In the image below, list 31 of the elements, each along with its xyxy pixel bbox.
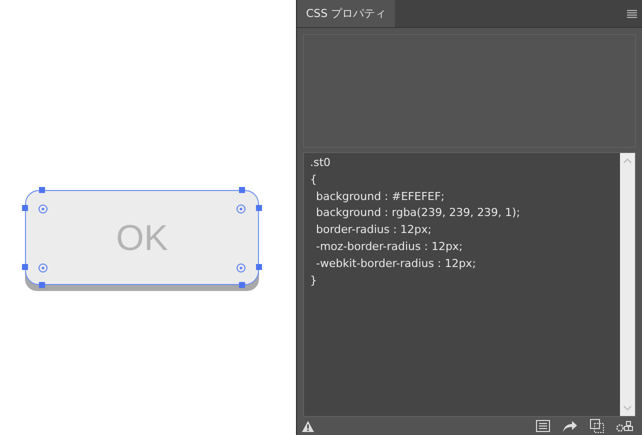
corner-widget-icon[interactable]: [236, 263, 246, 273]
selection-handle[interactable]: [22, 205, 28, 211]
corner-widget-icon[interactable]: [38, 263, 48, 273]
gear-blocks-icon[interactable]: [616, 420, 634, 432]
list-icon[interactable]: [536, 420, 550, 432]
share-arrow-icon[interactable]: [562, 420, 578, 432]
selection-handle[interactable]: [39, 282, 45, 288]
scroll-up-icon[interactable]: [623, 158, 632, 164]
code-line: -moz-border-radius : 12px;: [315, 238, 464, 255]
code-line: }: [310, 272, 318, 289]
corner-widget-icon[interactable]: [38, 204, 48, 214]
selection-handle[interactable]: [239, 187, 245, 193]
code-line: {: [310, 172, 318, 188]
warning-icon[interactable]: [302, 420, 314, 432]
code-line: background : rgba(239, 239, 239, 1);: [315, 205, 522, 222]
selection-handle[interactable]: [256, 205, 262, 211]
panel-tab[interactable]: CSS プロパティ: [297, 0, 396, 27]
selection-handle[interactable]: [256, 264, 262, 270]
scroll-down-icon[interactable]: [623, 405, 632, 411]
button-label: OK: [116, 216, 168, 258]
code-line: .st0: [310, 155, 332, 171]
corner-widget-icon[interactable]: [236, 204, 246, 214]
code-line: -webkit-border-radius : 12px;: [315, 256, 477, 272]
export-selection-icon[interactable]: [590, 419, 604, 433]
selection-handle[interactable]: [39, 187, 45, 193]
menu-icon[interactable]: [627, 10, 637, 18]
code-line: background : #EFEFEF;: [315, 188, 446, 205]
selection-handle[interactable]: [239, 282, 245, 288]
selection-handle[interactable]: [22, 264, 28, 270]
code-line: border-radius : 12px;: [315, 222, 432, 238]
scrollbar[interactable]: [620, 153, 635, 416]
